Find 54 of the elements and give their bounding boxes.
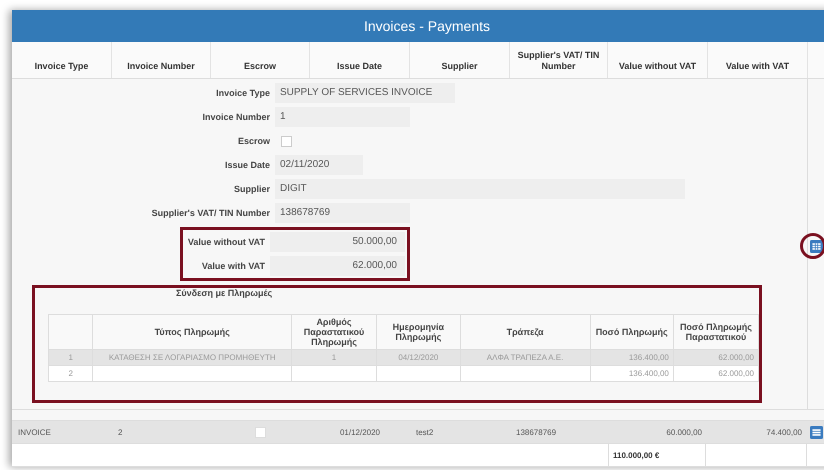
table-cell: 1: [68, 353, 73, 362]
column-header: Value without VAT: [608, 42, 708, 78]
invoice-row[interactable]: INVOICE 2 01/12/2020 test2 138678769 60.000,00 74.400,00: [12, 420, 824, 443]
input-field[interactable]: 138678769: [275, 203, 410, 223]
table-cell: 1: [332, 353, 336, 362]
table-cell: test2: [416, 428, 434, 436]
input-field[interactable]: DIGIT: [275, 179, 685, 199]
table-cell: 01/12/2020: [340, 428, 380, 436]
column-header: Τράπεζα: [460, 314, 590, 350]
column-header: Αριθμός Παραστατικού Πληρωμής: [291, 314, 377, 350]
column-header: Ποσό Πληρωμής Παραστατικού: [673, 314, 758, 350]
table-cell: 138678769: [516, 428, 556, 436]
column-header: Supplier's VAT/ TIN Number: [510, 42, 608, 78]
table-cell: 60.000,00: [666, 428, 702, 436]
table-cell: 136.400,00: [628, 353, 669, 362]
column-header: Ποσό Πληρωμής: [590, 314, 674, 350]
field-label: Invoice Type: [216, 88, 270, 98]
input-field[interactable]: SUPPLY OF SERVICES INVOICE: [275, 83, 455, 103]
table-cell: 62.000,00: [718, 369, 754, 378]
column-header: Invoice Type: [12, 42, 112, 78]
input-field[interactable]: 62.000,00: [270, 256, 405, 276]
field-label: Escrow: [238, 136, 270, 146]
table-cell: 62.000,00: [718, 353, 754, 362]
input-field[interactable]: 1: [275, 107, 410, 127]
column-header: Escrow: [211, 42, 310, 78]
column-header: Ημερομηνία Πληρωμής: [376, 314, 460, 350]
total-amount: 110.000,00 €: [613, 450, 660, 460]
section-title: Σύνδεση με Πληρωμές: [176, 288, 274, 300]
input-field[interactable]: 02/11/2020: [275, 155, 363, 175]
column-header: Supplier: [410, 42, 510, 78]
field-label: Issue Date: [224, 160, 270, 170]
field-label: Supplier: [234, 184, 270, 194]
escrow-checkbox[interactable]: [255, 426, 266, 438]
input-field[interactable]: 50.000,00: [270, 232, 405, 252]
field-label: Supplier's VAT/ TIN Number: [152, 208, 270, 218]
field-label: Value with VAT: [202, 261, 265, 271]
column-header: Τύπος Πληρωμής: [92, 314, 292, 350]
table-cell: 74.400,00: [766, 428, 802, 436]
table-cell: 2: [118, 428, 122, 436]
table-cell: ΚΑΤΑΘΕΣΗ ΣΕ ΛΟΓΑΡΙΑΣΜΟ ΠΡΟΜΗΘΕΥΤΗ: [108, 353, 276, 362]
window-title: Invoices - Payments: [12, 10, 824, 42]
field-label: Value without VAT: [188, 237, 265, 247]
escrow-checkbox[interactable]: [281, 136, 292, 146]
column-header: Value with VAT: [708, 42, 808, 78]
column-header: [48, 314, 93, 350]
table-cell: ΑΛΦΑ ΤΡΑΠΕΖΑ Α.Ε.: [486, 353, 564, 362]
table-cell: 04/12/2020: [398, 353, 438, 362]
column-header: Issue Date: [310, 42, 410, 78]
table-cell: INVOICE: [18, 428, 51, 436]
table-icon[interactable]: [810, 240, 823, 252]
table-cell: 136.400,00: [628, 369, 669, 378]
field-label: Invoice Number: [202, 112, 270, 122]
column-header: Invoice Number: [112, 42, 211, 78]
table-cell: 2: [68, 369, 73, 378]
